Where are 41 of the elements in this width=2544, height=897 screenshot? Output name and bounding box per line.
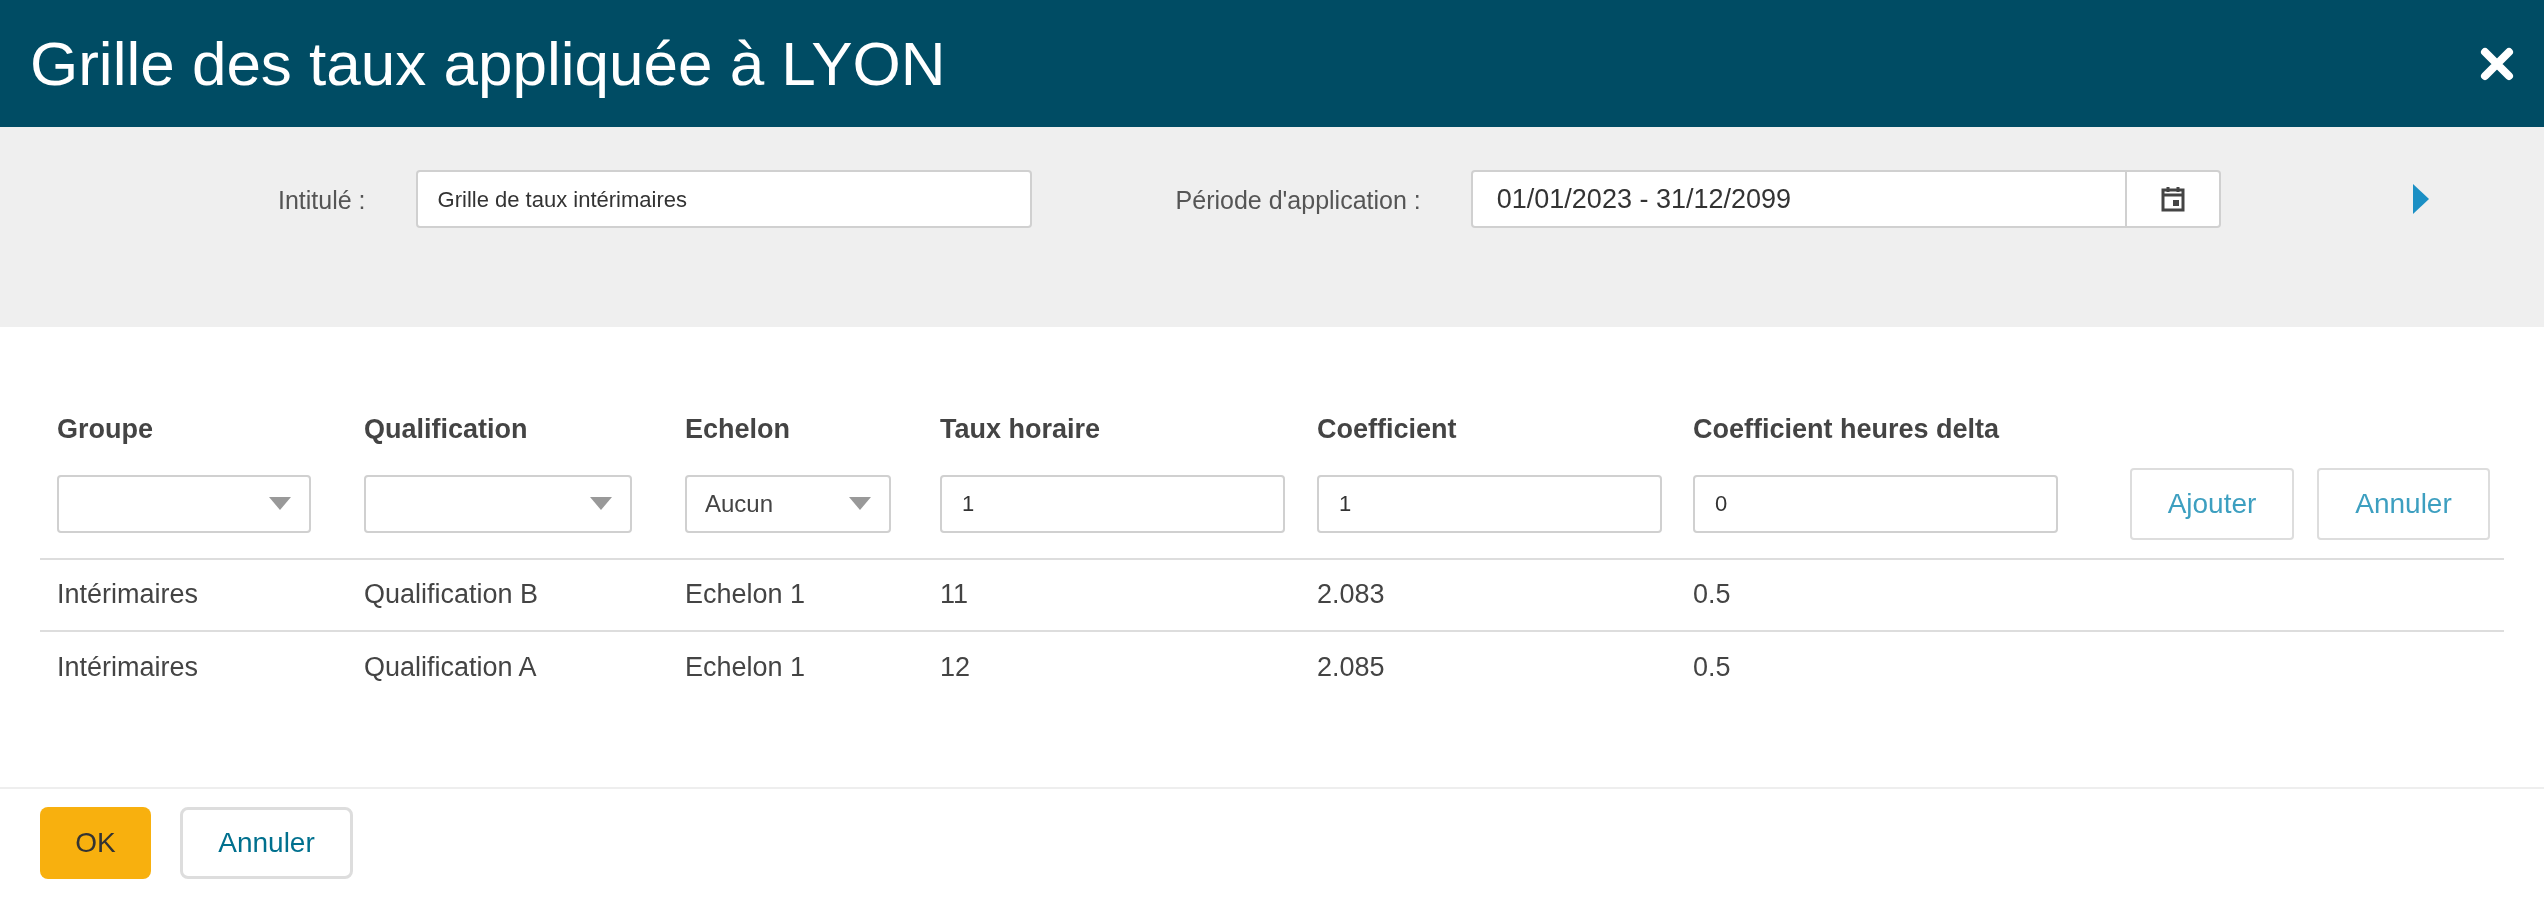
select-value: Aucun xyxy=(705,488,774,519)
input-field[interactable]: 0 xyxy=(1693,474,2058,533)
field-label: Période d'application : xyxy=(1175,185,1421,216)
dropdown-caret-icon xyxy=(269,497,291,510)
column-header: Echelon xyxy=(685,414,791,444)
expand-arrow-icon[interactable] xyxy=(2412,184,2429,214)
dropdown-caret-icon xyxy=(849,497,871,510)
select-field[interactable] xyxy=(57,474,311,533)
table-cell: 11 xyxy=(940,579,969,610)
table-cell: 12 xyxy=(940,652,971,683)
table-cell: Echelon 1 xyxy=(685,652,806,683)
input-field[interactable]: 1 xyxy=(1317,474,1662,533)
table-cell: 2.085 xyxy=(1317,652,1385,683)
column-header: Taux horaire xyxy=(940,414,1101,444)
column-header: Groupe xyxy=(57,414,153,444)
table-cell: Intérimaires xyxy=(57,579,199,610)
table-row[interactable]: Intérimaires Qualification A Echelon 1 12 2.085 0.5 xyxy=(40,631,2504,704)
dropdown-caret-icon xyxy=(590,497,612,510)
ok-button[interactable]: OK xyxy=(40,807,151,879)
select-field[interactable] xyxy=(364,474,632,533)
column-header: Coefficient xyxy=(1317,414,1457,444)
column-header: Qualification xyxy=(364,414,528,444)
column-header: Coefficient heures delta xyxy=(1693,414,2000,444)
table-cell: 0.5 xyxy=(1693,579,1731,610)
table-cell: Qualification B xyxy=(364,579,539,610)
table-cell: 2.083 xyxy=(1317,579,1385,610)
table-cell: Qualification A xyxy=(364,652,537,683)
calendar-button[interactable] xyxy=(2126,170,2221,228)
table-cell: Intérimaires xyxy=(57,652,199,683)
input-field[interactable]: 1 xyxy=(940,474,1285,533)
window-title: Grille des taux appliquée à LYON xyxy=(30,28,946,100)
calendar-icon xyxy=(2160,186,2185,212)
table-row[interactable]: Intérimaires Qualification B Echelon 1 11 2.083 0.5 xyxy=(40,559,2504,632)
table-cell: Echelon 1 xyxy=(685,579,806,610)
close-icon[interactable] xyxy=(2480,46,2514,81)
input-field[interactable]: Grille de taux intérimaires xyxy=(415,170,1032,228)
table-cell: 0.5 xyxy=(1693,652,1731,683)
date-range-field[interactable]: 01/01/2023 - 31/12/2099 xyxy=(1470,170,2127,228)
field-label: Intitulé : xyxy=(278,185,366,216)
select-field[interactable]: Aucun xyxy=(685,474,891,533)
cancel-button[interactable]: Annuler xyxy=(180,807,353,879)
